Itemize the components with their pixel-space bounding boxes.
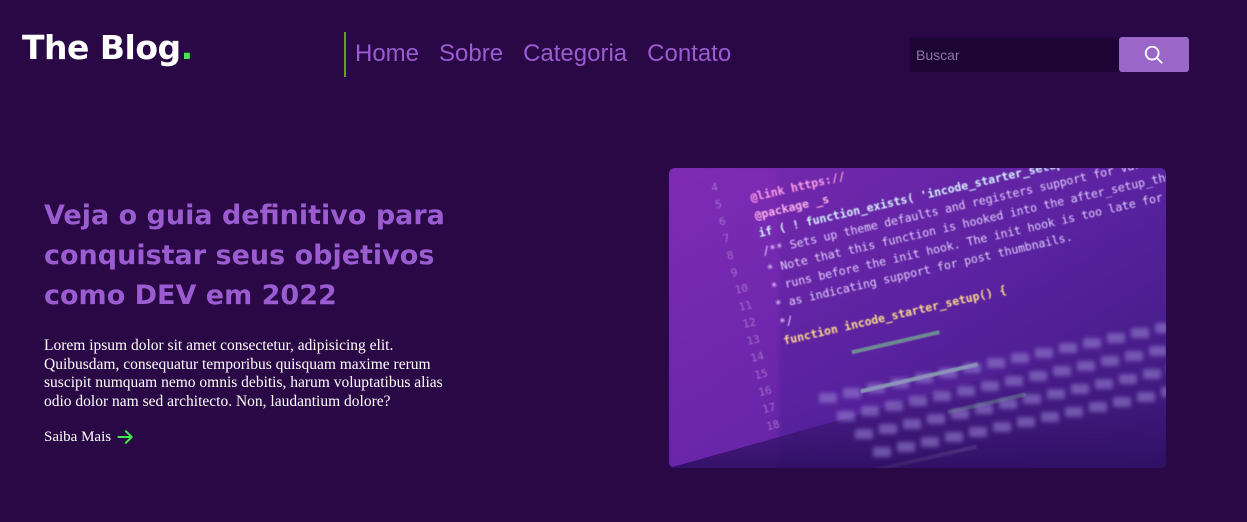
keyboard-key (921, 437, 939, 447)
keyboard-key (843, 388, 861, 398)
hero-text: Lorem ipsum dolor sit amet consectetur, … (44, 337, 443, 410)
keyboard-key (1053, 366, 1071, 376)
hero-image: 4 5 6 7 8 9 10 11 12 13 14 15 16 17 18 @link https://@p… (669, 168, 1166, 468)
logo-text: The Blog (22, 28, 181, 67)
keyboard-key (909, 396, 927, 406)
keyboard-key (1143, 369, 1161, 379)
keyboard-key (1113, 397, 1131, 407)
keyboard-key (915, 373, 933, 383)
keyboard-key (999, 399, 1017, 409)
keyboard-key (885, 401, 903, 411)
keyboard-key (933, 391, 951, 401)
keyboard-key (837, 411, 855, 421)
saiba-mais-link[interactable]: Saiba Mais (44, 427, 135, 447)
keyboard-key (1029, 371, 1047, 381)
keyboard-key (1095, 379, 1113, 389)
nav-item-categoria[interactable]: Categoria (523, 40, 627, 68)
keyboard-key (1155, 323, 1166, 333)
nav-item-home[interactable]: Home (355, 40, 419, 68)
keyboard-key (819, 393, 837, 403)
keyboard-key (987, 358, 1005, 368)
keyboard-key (969, 427, 987, 437)
keyboard-key (1005, 376, 1023, 386)
keyboard-key (993, 422, 1011, 432)
keyboard-key (1107, 333, 1125, 343)
logo-dot: . (180, 28, 194, 67)
keyboard-key (1077, 361, 1095, 371)
keyboard-key (927, 414, 945, 424)
keyboard-key (1059, 343, 1077, 353)
nav-divider (344, 32, 346, 77)
keyboard-key (975, 404, 993, 414)
code-photo: 456789101112131415161718@link https://@p… (669, 168, 1166, 468)
keyboard-key (1035, 348, 1053, 358)
keyboard-key (1047, 389, 1065, 399)
search-button[interactable] (1119, 37, 1189, 72)
nav-item-contato[interactable]: Contato (647, 40, 731, 68)
keyboard-key (957, 386, 975, 396)
keyboard-key (1119, 374, 1137, 384)
keyboard-key (855, 429, 873, 439)
logo[interactable]: The Blog. (22, 28, 193, 67)
hero-title: Veja o guia definitivo para conquistar s… (44, 200, 445, 311)
saiba-mais-label: Saiba Mais (44, 428, 112, 445)
arrow-right-icon (117, 430, 133, 444)
keyboard-key (1125, 351, 1143, 361)
keyboard-key (1083, 338, 1101, 348)
keyboard-key (951, 409, 969, 419)
keyboard-key (861, 406, 879, 416)
keyboard-key (963, 363, 981, 373)
search-input[interactable] (910, 38, 1120, 72)
keyboard-key (981, 381, 999, 391)
keyboard-key (939, 368, 957, 378)
keyboard-key (879, 424, 897, 434)
keyboard-key (1101, 356, 1119, 366)
search-icon (1144, 45, 1163, 64)
keyboard-key (1137, 392, 1155, 402)
main-nav: Home Sobre Categoria Contato (355, 40, 731, 68)
keyboard-key (1161, 387, 1166, 397)
keyboard-key (1017, 417, 1035, 427)
keyboard-key (1131, 328, 1149, 338)
keyboard-key (903, 419, 921, 429)
keyboard-key (1065, 407, 1083, 417)
keyboard-key (945, 432, 963, 442)
keyboard-key (1041, 412, 1059, 422)
keyboard-key (897, 442, 915, 452)
keyboard-key (1089, 402, 1107, 412)
keyboard-key (1011, 353, 1029, 363)
keyboard-key (891, 378, 909, 388)
keyboard-key (1149, 346, 1166, 356)
keyboard-key (867, 383, 885, 393)
keyboard-key (1023, 394, 1041, 404)
nav-item-sobre[interactable]: Sobre (439, 40, 503, 68)
keyboard-key (1071, 384, 1089, 394)
keyboard-key (873, 447, 891, 457)
